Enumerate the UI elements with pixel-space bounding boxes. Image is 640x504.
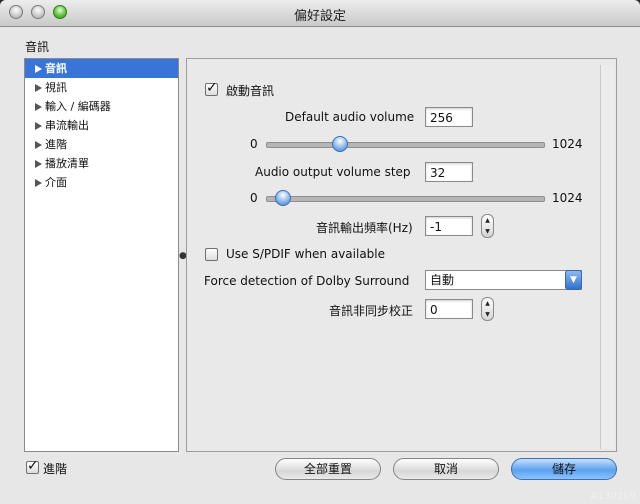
spdif-label: Use S/PDIF when available [226, 247, 386, 261]
sidebar-item-advanced[interactable]: 進階 [25, 135, 178, 154]
default-volume-slider[interactable] [266, 142, 545, 148]
default-volume-label: Default audio volume [285, 110, 415, 124]
default-volume-max: 1024 [552, 137, 583, 151]
disclosure-triangle-icon[interactable] [35, 141, 42, 149]
spdif-checkbox[interactable] [205, 248, 218, 261]
dolby-select[interactable]: 自動 ▼ [425, 270, 582, 290]
enable-audio-checkbox[interactable] [205, 80, 218, 96]
window-title: 偏好設定 [293, 9, 346, 24]
volume-step-max: 1024 [552, 191, 583, 205]
enable-audio-label: 啟動音訊 [226, 84, 275, 98]
sidebar-item-label: 進階 [45, 138, 67, 151]
disclosure-triangle-icon[interactable] [35, 65, 42, 73]
sidebar-item-label: 音訊 [45, 62, 67, 75]
sidebar-item-audio[interactable]: 音訊 [25, 59, 178, 78]
disclosure-triangle-icon[interactable] [35, 160, 42, 168]
save-button[interactable]: 儲存 [511, 458, 617, 480]
reset-all-button[interactable]: 全部重置 [275, 458, 381, 480]
sidebar-item-video[interactable]: 視訊 [25, 78, 178, 97]
output-rate-label: 音訊輸出頻率(Hz) [316, 221, 413, 235]
sidebar-item-playlist[interactable]: 播放清單 [25, 154, 178, 173]
sidebar-item-label: 輸入 / 編碼器 [45, 100, 111, 113]
disclosure-triangle-icon[interactable] [35, 84, 42, 92]
sidebar-item-interface[interactable]: 介面 [25, 173, 178, 192]
chevron-down-icon[interactable]: ▼ [565, 270, 582, 290]
volume-step-slider[interactable] [266, 196, 545, 202]
dolby-select-value: 自動 [430, 273, 455, 287]
default-volume-knob[interactable] [332, 136, 348, 152]
volume-step-field[interactable]: 32 [425, 162, 473, 182]
vertical-scrollbar[interactable] [600, 65, 615, 449]
default-volume-field[interactable]: 256 [425, 107, 473, 127]
sidebar-item-label: 播放清單 [45, 157, 89, 170]
advanced-label: 進階 [43, 462, 68, 476]
preferences-window: 偏好設定 音訊 音訊 視訊 輸入 / 編碼器 串流輸出 進階 播放清單 介面 ●… [0, 0, 640, 504]
desync-label: 音訊非同步校正 [329, 304, 414, 318]
section-label: 音訊 [25, 40, 50, 54]
dolby-label: Force detection of Dolby Surround [204, 274, 410, 288]
desync-field[interactable]: 0 [425, 299, 473, 319]
disclosure-triangle-icon[interactable] [35, 103, 42, 111]
output-rate-stepper[interactable]: ▲ ▼ [481, 214, 494, 238]
disclosure-triangle-icon[interactable] [35, 179, 42, 187]
advanced-checkbox[interactable] [26, 458, 39, 474]
volume-step-min: 0 [250, 191, 258, 205]
title-bar: 偏好設定 [0, 0, 640, 27]
default-volume-min: 0 [250, 137, 258, 151]
watermark-text: #130269 [589, 491, 636, 502]
sidebar-item-stream-output[interactable]: 串流輸出 [25, 116, 178, 135]
category-sidebar: 音訊 視訊 輸入 / 編碼器 串流輸出 進階 播放清單 介面 [24, 58, 179, 452]
output-rate-field[interactable]: -1 [425, 216, 473, 236]
volume-step-knob[interactable] [275, 190, 291, 206]
sidebar-item-input-codecs[interactable]: 輸入 / 編碼器 [25, 97, 178, 116]
disclosure-triangle-icon[interactable] [35, 122, 42, 130]
sidebar-item-label: 串流輸出 [45, 119, 89, 132]
volume-step-label: Audio output volume step [255, 165, 411, 179]
desync-stepper[interactable]: ▲ ▼ [481, 297, 494, 321]
cancel-button[interactable]: 取消 [393, 458, 499, 480]
sidebar-item-label: 介面 [45, 176, 67, 189]
sidebar-item-label: 視訊 [45, 81, 67, 94]
